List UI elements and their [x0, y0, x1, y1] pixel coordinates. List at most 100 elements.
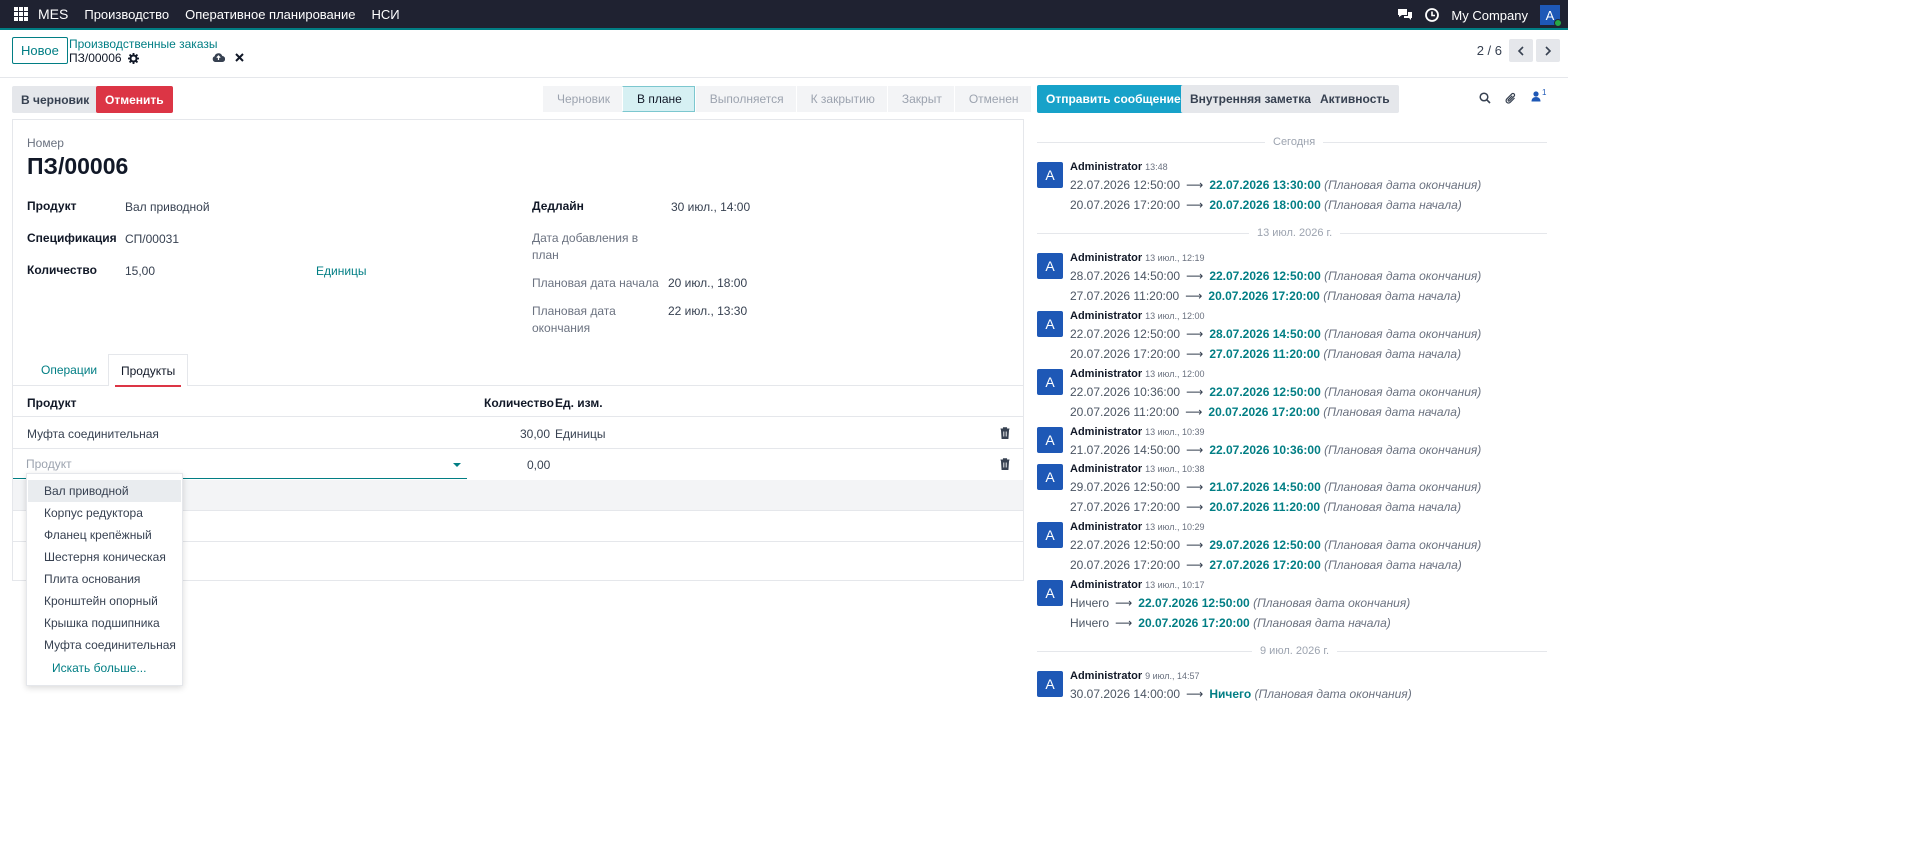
planned-end-field[interactable]: 22 июл., 13:30	[668, 304, 747, 318]
tracking-old-value: Ничего	[1070, 596, 1110, 610]
dropdown-option[interactable]: Крышка подшипника	[28, 612, 181, 634]
tracking-old-value: 22.07.2026 12:50:00	[1070, 178, 1181, 192]
stage-cancelled[interactable]: Отменен	[953, 86, 1031, 112]
planned-start-field[interactable]: 20 июл., 18:00	[668, 276, 747, 290]
deadline-field[interactable]: 30 июл., 14:00	[671, 200, 750, 214]
menu-master-data[interactable]: НСИ	[371, 7, 399, 22]
message-avatar[interactable]: A	[1037, 311, 1063, 337]
message-avatar[interactable]: A	[1037, 464, 1063, 490]
message-author-name[interactable]: Administrator	[1070, 670, 1142, 682]
tab-operations[interactable]: Операции	[29, 354, 109, 386]
dropdown-option[interactable]: Корпус редуктора	[28, 502, 181, 524]
stage-planned[interactable]: В плане	[621, 86, 695, 112]
discard-close-icon[interactable]	[234, 52, 245, 63]
menu-operational-planning[interactable]: Оперативное планирование	[185, 7, 355, 22]
table-header-divider	[13, 416, 1023, 417]
date-added-label-line1: Дата добавления в	[532, 231, 639, 245]
dropdown-option[interactable]: Кронштейн опорный	[28, 590, 181, 612]
arrow-right-icon: ⟶	[1186, 443, 1204, 457]
date-separator-label: 13 июл. 2026 г.	[1249, 227, 1341, 239]
send-message-button[interactable]: Отправить сообщение	[1037, 85, 1190, 113]
column-header-quantity[interactable]: Количество	[484, 396, 554, 410]
column-header-uom[interactable]: Ед. изм.	[555, 396, 603, 410]
message-author-name[interactable]: Administrator	[1070, 426, 1142, 438]
row-product-cell[interactable]: Муфта соединительная	[27, 427, 159, 441]
message-author-name[interactable]: Administrator	[1070, 579, 1142, 591]
pager-value[interactable]: 2 / 6	[1477, 43, 1502, 58]
message-avatar[interactable]: A	[1037, 369, 1063, 395]
message-avatar[interactable]: A	[1037, 522, 1063, 548]
apps-menu-icon[interactable]	[14, 7, 28, 21]
company-switcher[interactable]: My Company	[1451, 8, 1528, 23]
message-avatar[interactable]: A	[1037, 162, 1063, 188]
chevron-right-icon	[1545, 45, 1552, 56]
message-avatar[interactable]: A	[1037, 427, 1063, 453]
save-cloud-icon[interactable]	[212, 52, 225, 63]
message-author-name[interactable]: Administrator	[1070, 463, 1142, 475]
message-author-name[interactable]: Administrator	[1070, 252, 1142, 264]
delete-new-row-trash-icon[interactable]	[1000, 458, 1010, 470]
stage-to-close[interactable]: К закрытию	[795, 86, 887, 112]
arrow-right-icon: ⟶	[1186, 269, 1204, 283]
arrow-right-icon: ⟶	[1115, 616, 1133, 630]
row-quantity-cell[interactable]: 30,00	[520, 427, 550, 441]
user-avatar[interactable]: A	[1540, 5, 1562, 27]
tracking-new-value: 27.07.2026 17:20:00	[1209, 558, 1321, 572]
cancel-order-button[interactable]: Отменить	[96, 86, 173, 113]
messaging-icon[interactable]	[1397, 8, 1413, 22]
stage-in-progress[interactable]: Выполняется	[694, 86, 796, 112]
top-navbar: MES Производство Оперативное планировани…	[0, 0, 1568, 30]
specification-field[interactable]: СП/00031	[125, 232, 179, 246]
uom-field[interactable]: Единицы	[316, 264, 367, 278]
message-author-name[interactable]: Administrator	[1070, 161, 1142, 173]
message-author: Administrator 13 июл., 12:19	[1070, 252, 1205, 264]
row-uom-cell[interactable]: Единицы	[555, 427, 606, 441]
activity-button[interactable]: Активность	[1311, 85, 1399, 113]
set-draft-button[interactable]: В черновик	[12, 86, 99, 113]
message-avatar[interactable]: A	[1037, 580, 1063, 606]
number-label: Номер	[27, 136, 64, 150]
menu-production[interactable]: Производство	[84, 7, 169, 22]
message-author-name[interactable]: Administrator	[1070, 521, 1142, 533]
app-brand[interactable]: MES	[38, 6, 68, 22]
tracking-field-name: (Плановая дата окончания)	[1320, 327, 1482, 341]
message-author-name[interactable]: Administrator	[1070, 368, 1142, 380]
message-timestamp: 13 июл., 12:00	[1145, 369, 1205, 379]
product-field[interactable]: Вал приводной	[125, 200, 210, 214]
chevron-down-icon[interactable]	[453, 463, 461, 467]
message-avatar[interactable]: A	[1037, 253, 1063, 279]
dropdown-option[interactable]: Вал приводной	[28, 480, 181, 502]
paperclip-attachment-icon[interactable]	[1505, 92, 1517, 105]
stage-closed[interactable]: Закрыт	[886, 86, 954, 112]
dropdown-option[interactable]: Плита основания	[28, 568, 181, 590]
product-label: Продукт	[27, 199, 77, 213]
delete-row-trash-icon[interactable]	[1000, 427, 1010, 439]
pager-previous-button[interactable]	[1509, 39, 1533, 62]
search-more-link[interactable]: Искать больше...	[28, 657, 181, 679]
arrow-right-icon: ⟶	[1186, 500, 1204, 514]
dropdown-option[interactable]: Муфта соединительная	[28, 634, 181, 656]
search-icon[interactable]	[1479, 92, 1491, 104]
product-search-input[interactable]	[26, 457, 426, 471]
new-button[interactable]: Новое	[12, 37, 68, 64]
planned-end-label-line2: окончания	[532, 321, 591, 335]
dropdown-option[interactable]: Шестерня коническая	[28, 546, 181, 568]
breadcrumb-parent[interactable]: Производственные заказы	[69, 37, 217, 51]
followers-user-icon[interactable]: 1	[1531, 88, 1546, 102]
log-note-button[interactable]: Внутренняя заметка	[1181, 85, 1320, 113]
dropdown-option[interactable]: Фланец крепёжный	[28, 524, 181, 546]
tracking-field-name: (Плановая дата начала)	[1319, 289, 1461, 303]
tab-products[interactable]: Продукты	[108, 354, 189, 387]
gear-icon[interactable]	[127, 52, 139, 64]
tracking-new-value: 28.07.2026 14:50:00	[1209, 327, 1321, 341]
new-line-quantity-cell[interactable]: 0,00	[527, 458, 550, 472]
activity-clock-icon[interactable]	[1425, 8, 1440, 22]
message-author: Administrator 13 июл., 10:29	[1070, 521, 1205, 533]
message-avatar[interactable]: A	[1037, 671, 1063, 697]
quantity-field[interactable]: 15,00	[125, 264, 155, 278]
pager-next-button[interactable]	[1536, 39, 1560, 62]
stage-draft[interactable]: Черновик	[543, 86, 622, 112]
column-header-product[interactable]: Продукт	[27, 396, 76, 410]
tracking-old-value: 28.07.2026 14:50:00	[1070, 269, 1181, 283]
message-author-name[interactable]: Administrator	[1070, 310, 1142, 322]
